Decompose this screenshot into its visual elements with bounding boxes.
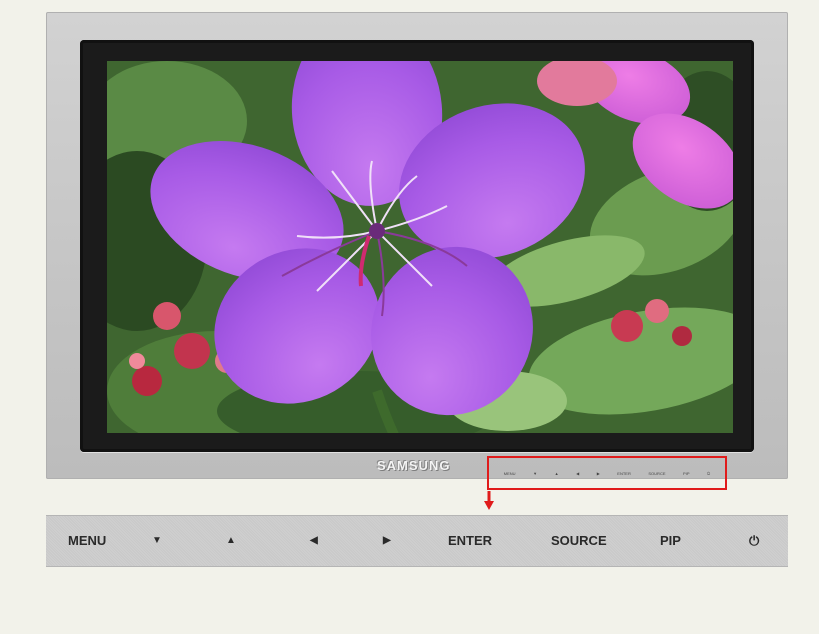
mini-power-button[interactable]: ⏻ — [707, 471, 710, 476]
menu-button[interactable]: MENU — [68, 516, 106, 566]
power-icon[interactable]: ⏻ — [749, 516, 759, 566]
flower-photo — [107, 61, 733, 433]
down-button[interactable]: ▼ — [152, 516, 162, 566]
control-panel: MENU ▼ ▲ ◀ ▶ ENTER SOURCE PIP ⏻ — [46, 515, 788, 567]
pip-button[interactable]: PIP — [660, 516, 681, 566]
monitor: SAMSUNG — [46, 12, 788, 479]
right-button[interactable]: ▶ — [383, 516, 391, 566]
mini-up-button[interactable]: ▲ — [555, 471, 559, 476]
screen-bezel — [80, 40, 754, 452]
mini-source-button[interactable]: SOURCE — [648, 471, 665, 476]
mini-menu-button[interactable]: MENU — [504, 471, 516, 476]
source-button[interactable]: SOURCE — [551, 516, 607, 566]
highlighted-bezel-buttons: MENU ▼ ▲ ◀ ▶ ENTER SOURCE PIP ⏻ — [487, 456, 727, 490]
mini-right-button[interactable]: ▶ — [597, 471, 600, 476]
enter-button[interactable]: ENTER — [448, 516, 492, 566]
left-button[interactable]: ◀ — [310, 516, 318, 566]
mini-left-button[interactable]: ◀ — [576, 471, 579, 476]
screen-image — [107, 61, 733, 433]
down-arrow-icon — [484, 491, 494, 510]
mini-down-button[interactable]: ▼ — [533, 471, 537, 476]
brand-logo: SAMSUNG — [377, 458, 451, 473]
mini-enter-button[interactable]: ENTER — [617, 471, 631, 476]
mini-pip-button[interactable]: PIP — [683, 471, 689, 476]
up-button[interactable]: ▲ — [226, 516, 236, 566]
